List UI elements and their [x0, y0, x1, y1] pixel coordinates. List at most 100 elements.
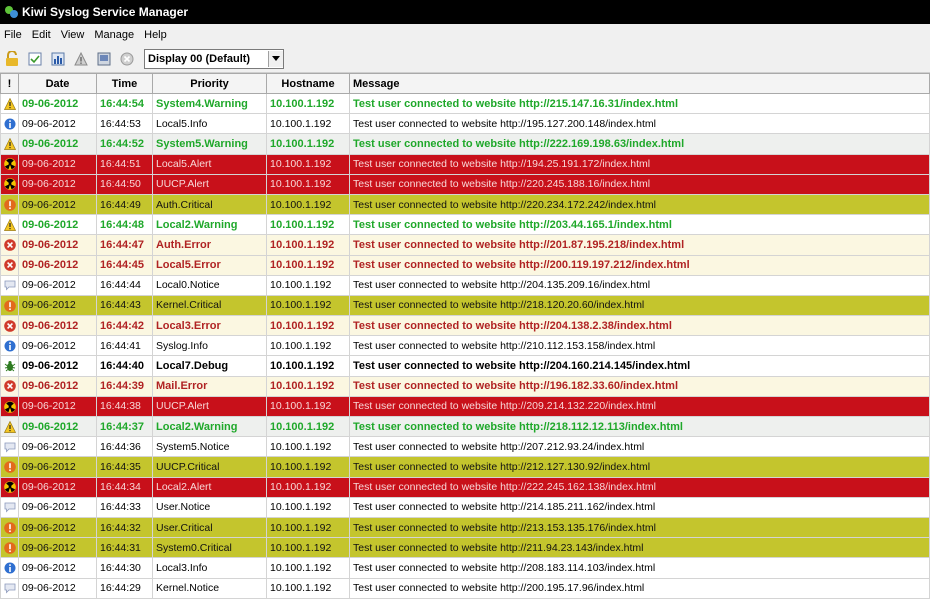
- cell-time: 16:44:33: [96, 496, 153, 518]
- critical-icon: [3, 299, 16, 312]
- table-row[interactable]: 09-06-2012 16:44:29 Kernel.Notice 10.100.1.…: [0, 577, 930, 599]
- cell-hostname: 10.100.1.192: [266, 537, 350, 559]
- menu-edit[interactable]: Edit: [32, 29, 51, 41]
- table-row[interactable]: 09-06-2012 16:44:45 Local5.Error 10.100.1.1…: [0, 254, 930, 276]
- table-row[interactable]: 09-06-2012 16:44:32 User.Critical 10.100.1.…: [0, 516, 930, 539]
- cell-hostname: 10.100.1.192: [266, 234, 350, 256]
- warning-icon[interactable]: [73, 51, 89, 67]
- cell-time: 16:44:51: [96, 153, 153, 175]
- stats-icon[interactable]: [50, 51, 66, 67]
- clear-icon[interactable]: [96, 51, 112, 67]
- col-header-priority[interactable]: Priority: [152, 73, 267, 94]
- log-table: ! Date Time Priority Hostname Message 09…: [0, 73, 930, 599]
- menu-manage[interactable]: Manage: [94, 29, 134, 41]
- table-row[interactable]: 09-06-2012 16:44:49 Auth.Critical 10.100.1.…: [0, 193, 930, 216]
- col-header-hostname[interactable]: Hostname: [266, 73, 350, 94]
- alert-icon: [3, 481, 16, 494]
- warning-icon: [3, 218, 16, 231]
- cell-priority: Syslog.Info: [152, 335, 267, 357]
- col-header-message[interactable]: Message: [349, 73, 930, 94]
- cell-priority: Local7.Debug: [152, 355, 267, 377]
- cell-severity: [0, 476, 19, 498]
- checklist-icon[interactable]: [27, 51, 43, 67]
- alert-icon: [3, 158, 16, 171]
- table-row[interactable]: 09-06-2012 16:44:30 Local3.Info 10.100.1.19…: [0, 557, 930, 579]
- critical-icon: [3, 198, 16, 211]
- table-row[interactable]: 09-06-2012 16:44:48 Local2.Warning 10.100.1…: [0, 214, 930, 236]
- warning-icon: [3, 137, 16, 150]
- cell-severity: [0, 557, 19, 579]
- info-icon: [4, 562, 16, 574]
- cell-hostname: 10.100.1.192: [266, 355, 350, 377]
- cell-priority: Local2.Warning: [152, 415, 267, 438]
- display-select-value: Display 00 (Default): [148, 53, 251, 65]
- table-row[interactable]: 09-06-2012 16:44:42 Local3.Error 10.100.1.1…: [0, 315, 930, 337]
- cell-message: Test user connected to website http://20…: [349, 315, 930, 337]
- cell-message: Test user connected to website http://20…: [349, 214, 930, 236]
- cell-hostname: 10.100.1.192: [266, 415, 350, 438]
- col-header-date[interactable]: Date: [18, 73, 97, 94]
- chevron-down-icon[interactable]: [268, 51, 283, 67]
- menu-bar: File Edit View Manage Help: [0, 24, 930, 46]
- table-row[interactable]: 09-06-2012 16:44:47 Auth.Error 10.100.1.192…: [0, 234, 930, 256]
- display-select[interactable]: Display 00 (Default): [144, 49, 284, 69]
- cell-severity: [0, 315, 19, 337]
- cell-time: 16:44:42: [96, 315, 153, 337]
- table-row[interactable]: 09-06-2012 16:44:40 Local7.Debug 10.100.1.1…: [0, 355, 930, 377]
- menu-file[interactable]: File: [4, 29, 22, 41]
- table-row[interactable]: 09-06-2012 16:44:52 System5.Warning 10.100.…: [0, 133, 930, 155]
- cell-hostname: 10.100.1.192: [266, 294, 350, 317]
- cell-time: 16:44:47: [96, 234, 153, 256]
- table-row[interactable]: 09-06-2012 16:44:36 System5.Notice 10.100.1…: [0, 436, 930, 458]
- table-row[interactable]: 09-06-2012 16:44:34 Local2.Alert 10.100.1.1…: [0, 476, 930, 498]
- table-row[interactable]: 09-06-2012 16:44:31 System0.Critical 10.100…: [0, 537, 930, 559]
- table-row[interactable]: 09-06-2012 16:44:41 Syslog.Info 10.100.1.19…: [0, 335, 930, 357]
- cell-time: 16:44:45: [96, 254, 153, 276]
- error-icon: [3, 380, 16, 393]
- col-header-time[interactable]: Time: [96, 73, 153, 94]
- cell-date: 09-06-2012: [18, 436, 97, 458]
- cell-severity: [0, 274, 19, 296]
- cell-severity: [0, 214, 19, 236]
- table-row[interactable]: 09-06-2012 16:44:39 Mail.Error 10.100.1.192…: [0, 375, 930, 397]
- table-row[interactable]: 09-06-2012 16:44:54 System4.Warning 10.100.…: [0, 92, 930, 115]
- table-row[interactable]: 09-06-2012 16:44:50 UUCP.Alert 10.100.1.192…: [0, 173, 930, 195]
- cell-time: 16:44:32: [96, 516, 153, 539]
- cell-hostname: 10.100.1.192: [266, 476, 350, 498]
- cell-hostname: 10.100.1.192: [266, 214, 350, 236]
- cell-time: 16:44:43: [96, 294, 153, 317]
- table-row[interactable]: 09-06-2012 16:44:37 Local2.Warning 10.100.1…: [0, 415, 930, 438]
- table-row[interactable]: 09-06-2012 16:44:44 Local0.Notice 10.100.1.…: [0, 274, 930, 296]
- table-row[interactable]: 09-06-2012 16:44:35 UUCP.Critical 10.100.1.…: [0, 456, 930, 478]
- table-row[interactable]: 09-06-2012 16:44:33 User.Notice 10.100.1.19…: [0, 496, 930, 518]
- cell-date: 09-06-2012: [18, 294, 97, 317]
- table-row[interactable]: 09-06-2012 16:44:53 Local5.Info 10.100.1.19…: [0, 113, 930, 135]
- cell-time: 16:44:49: [96, 193, 153, 216]
- cell-hostname: 10.100.1.192: [266, 274, 350, 296]
- cell-severity: [0, 234, 19, 256]
- title-bar: Kiwi Syslog Service Manager: [0, 0, 930, 24]
- cell-hostname: 10.100.1.192: [266, 577, 350, 599]
- cell-date: 09-06-2012: [18, 315, 97, 337]
- table-row[interactable]: 09-06-2012 16:44:51 Local5.Alert 10.100.1.1…: [0, 153, 930, 175]
- cell-time: 16:44:52: [96, 133, 153, 155]
- menu-view[interactable]: View: [61, 29, 85, 41]
- table-row[interactable]: 09-06-2012 16:44:38 UUCP.Alert 10.100.1.192…: [0, 395, 930, 418]
- cell-time: 16:44:36: [96, 436, 153, 458]
- cell-time: 16:44:29: [96, 577, 153, 599]
- col-header-severity[interactable]: !: [0, 73, 19, 94]
- alert-icon: [3, 400, 16, 413]
- warning-icon: [3, 97, 16, 110]
- table-row[interactable]: 09-06-2012 16:44:43 Kernel.Critical 10.100.…: [0, 294, 930, 317]
- cell-message: Test user connected to website http://21…: [349, 456, 930, 478]
- cell-severity: [0, 415, 19, 438]
- stop-icon[interactable]: [119, 51, 135, 67]
- cell-message: Test user connected to website http://21…: [349, 516, 930, 539]
- cell-message: Test user connected to website http://22…: [349, 476, 930, 498]
- cell-message: Test user connected to website http://20…: [349, 577, 930, 599]
- cell-date: 09-06-2012: [18, 274, 97, 296]
- debug-icon: [4, 360, 16, 372]
- cell-hostname: 10.100.1.192: [266, 516, 350, 539]
- menu-help[interactable]: Help: [144, 29, 167, 41]
- unlock-icon[interactable]: [4, 51, 20, 67]
